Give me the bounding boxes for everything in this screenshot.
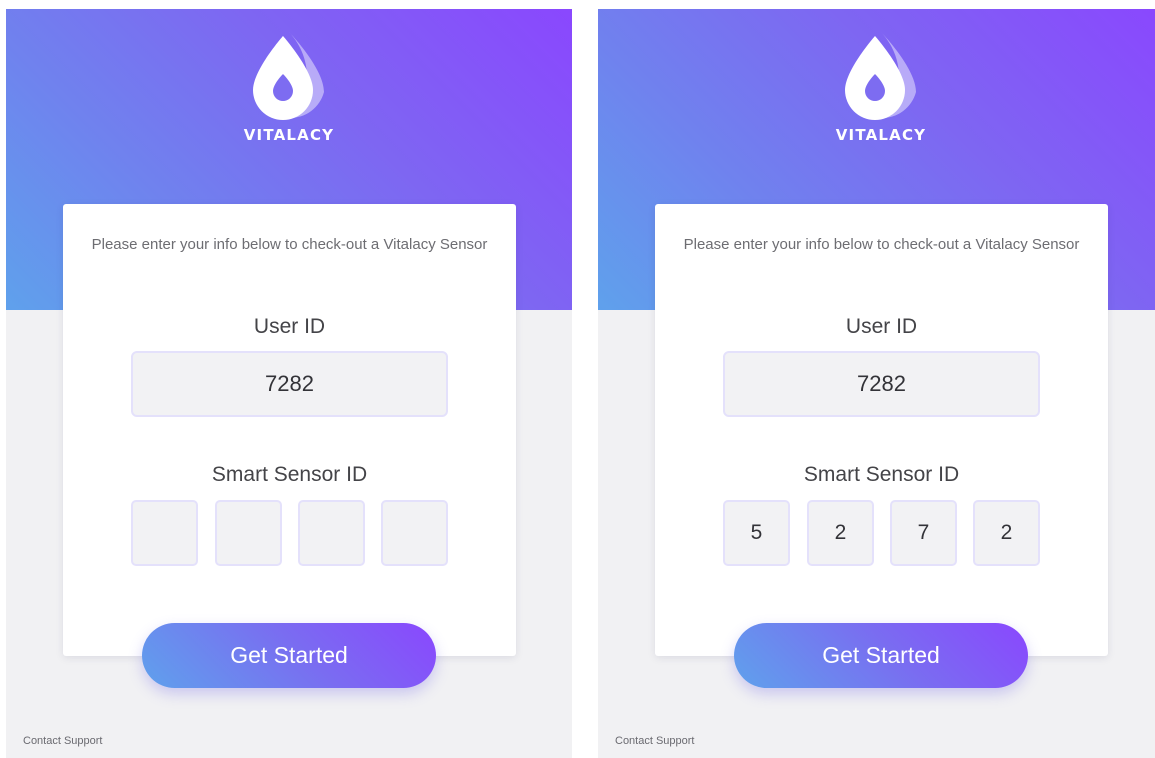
sensor-digit-3[interactable]: 7 — [890, 500, 957, 566]
contact-support-link[interactable]: Contact Support — [23, 735, 103, 747]
logo: VITALACY — [239, 30, 339, 144]
sensor-digit-4[interactable] — [381, 500, 448, 566]
screen-filled-sensor: VITALACY Please enter your info below to… — [598, 9, 1155, 758]
intro-text: Please enter your info below to check-ou… — [91, 236, 488, 253]
sensor-digit-1[interactable]: 5 — [723, 500, 790, 566]
sensor-id-label: Smart Sensor ID — [803, 463, 960, 486]
brand-name: VITALACY — [835, 126, 927, 144]
sensor-digit-2[interactable]: 2 — [807, 500, 874, 566]
brand-name: VITALACY — [243, 126, 335, 144]
user-id-input[interactable]: 7282 — [131, 351, 448, 417]
intro-text: Please enter your info below to check-ou… — [683, 236, 1080, 253]
contact-support-link[interactable]: Contact Support — [615, 735, 695, 747]
user-id-input[interactable]: 7282 — [723, 351, 1040, 417]
get-started-button[interactable]: Get Started — [142, 623, 436, 688]
sensor-digit-2[interactable] — [215, 500, 282, 566]
user-id-label: User ID — [253, 315, 326, 338]
checkout-card: Please enter your info below to check-ou… — [655, 204, 1108, 656]
sensor-digit-3[interactable] — [298, 500, 365, 566]
water-drop-icon — [845, 32, 916, 120]
checkout-card: Please enter your info below to check-ou… — [63, 204, 516, 656]
sensor-digit-1[interactable] — [131, 500, 198, 566]
sensor-id-inputs — [131, 500, 448, 566]
logo: VITALACY — [831, 30, 931, 144]
sensor-id-inputs: 5 2 7 2 — [723, 500, 1040, 566]
sensor-id-label: Smart Sensor ID — [211, 463, 368, 486]
sensor-digit-4[interactable]: 2 — [973, 500, 1040, 566]
get-started-button[interactable]: Get Started — [734, 623, 1028, 688]
stage: VITALACY Please enter your info below to… — [0, 0, 1155, 758]
water-drop-icon — [253, 32, 324, 120]
screen-empty-sensor: VITALACY Please enter your info below to… — [6, 9, 572, 758]
user-id-label: User ID — [845, 315, 918, 338]
